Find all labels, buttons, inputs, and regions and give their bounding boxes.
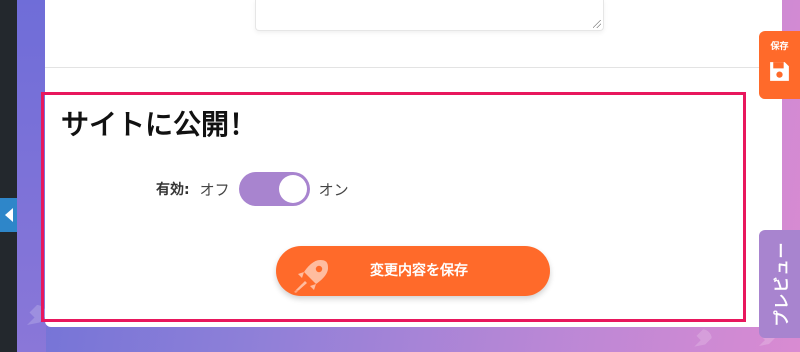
floating-save-label: 保存 <box>770 42 789 52</box>
publish-toggle-row: 有効: オフ オン <box>156 172 349 206</box>
floating-preview-label: プレビュー <box>771 241 791 327</box>
toggle-off-text: オフ <box>199 180 230 199</box>
admin-sidebar <box>0 0 17 352</box>
toggle-label: 有効: <box>156 182 190 198</box>
floating-save-button[interactable]: 保存 <box>759 31 800 99</box>
floppy-disk-icon <box>770 62 789 81</box>
save-changes-button[interactable]: 変更内容を保存 <box>276 246 550 296</box>
publish-section-title: サイトに公開！ <box>61 108 258 141</box>
toggle-knob <box>278 175 307 203</box>
save-changes-label: 変更内容を保存 <box>370 263 468 279</box>
resize-handle-icon[interactable] <box>593 20 601 28</box>
publish-toggle-switch[interactable] <box>238 172 310 206</box>
divider <box>45 67 782 68</box>
decorative-rocket-icon <box>694 329 712 347</box>
description-textarea[interactable] <box>255 0 604 31</box>
sidebar-collapse-toggle[interactable] <box>0 198 17 232</box>
toggle-on-text: オン <box>318 180 349 199</box>
floating-preview-button[interactable]: プレビュー <box>759 230 800 338</box>
rocket-icon <box>294 260 328 293</box>
